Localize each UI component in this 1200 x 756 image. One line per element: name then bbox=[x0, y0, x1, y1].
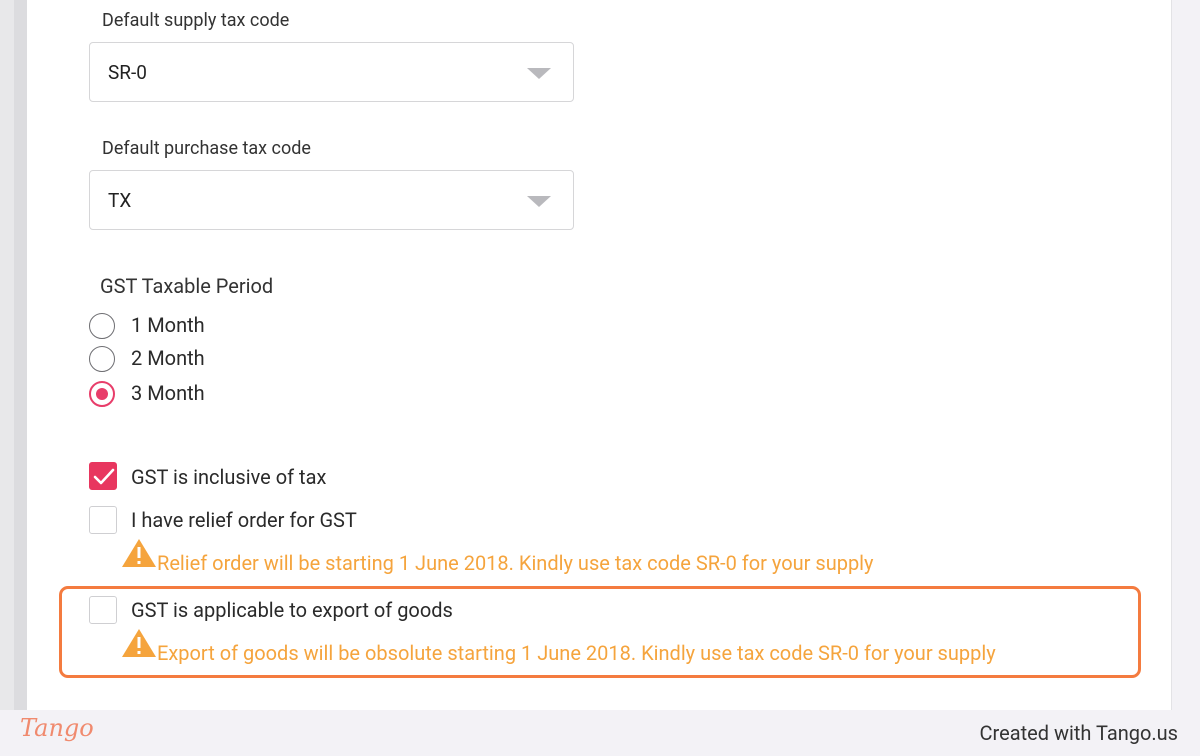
radio-label: 2 Month bbox=[131, 346, 205, 370]
checkbox[interactable] bbox=[89, 506, 117, 534]
tango-logo: Tango bbox=[20, 714, 94, 742]
left-rail-divider bbox=[14, 0, 27, 710]
checkmark-icon bbox=[93, 468, 115, 485]
checkbox-label: I have relief order for GST bbox=[131, 508, 357, 532]
taxable-period-title: GST Taxable Period bbox=[100, 274, 274, 298]
radio-button[interactable] bbox=[89, 346, 115, 372]
footer: Tango Created with Tango.us bbox=[0, 710, 1200, 756]
purchase-tax-value: TX bbox=[108, 189, 132, 212]
warning-icon bbox=[122, 539, 156, 567]
supply-tax-value: SR-0 bbox=[108, 61, 147, 84]
supply-tax-select[interactable]: SR-0 bbox=[89, 42, 574, 102]
radio-label: 1 Month bbox=[131, 313, 205, 337]
radio-button-selected[interactable] bbox=[89, 381, 115, 407]
radio-label: 3 Month bbox=[131, 381, 205, 405]
footer-credit: Created with Tango.us bbox=[979, 721, 1178, 745]
chevron-down-icon bbox=[527, 196, 551, 207]
supply-tax-label: Default supply tax code bbox=[102, 10, 290, 31]
radio-button[interactable] bbox=[89, 313, 115, 339]
checkbox-label: GST is inclusive of tax bbox=[131, 465, 327, 489]
purchase-tax-select[interactable]: TX bbox=[89, 170, 574, 230]
checkbox-checked[interactable] bbox=[89, 462, 117, 490]
left-rail bbox=[0, 0, 14, 710]
purchase-tax-label: Default purchase tax code bbox=[102, 138, 311, 159]
chevron-down-icon bbox=[527, 68, 551, 79]
warning-text: Relief order will be starting 1 June 201… bbox=[157, 551, 874, 575]
tango-highlight-box bbox=[59, 586, 1141, 678]
